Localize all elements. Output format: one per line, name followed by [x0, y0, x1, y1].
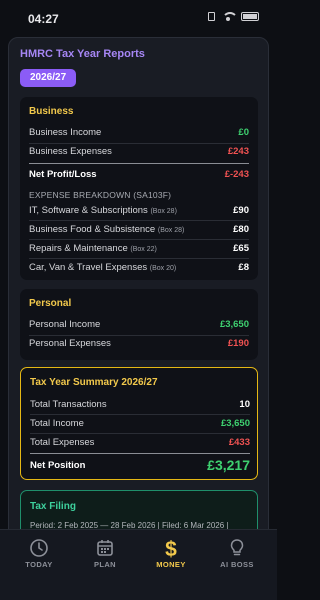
- breakdown-category: IT, Software & Subscriptions: [29, 204, 148, 216]
- report-title: HMRC Tax Year Reports: [20, 48, 145, 60]
- personal-title: Personal: [29, 298, 72, 309]
- tab-today[interactable]: TODAY: [6, 530, 72, 580]
- tab-ai-boss[interactable]: AI BOSS: [204, 530, 270, 580]
- business-expenses-row: Business Expenses £243: [29, 142, 249, 160]
- breakdown-value: £80: [233, 223, 249, 235]
- total-transactions-row: Total Transactions 10: [30, 395, 250, 413]
- tax-reports-card: HMRC Tax Year Reports 2026/27 Business B…: [8, 37, 269, 529]
- personal-income-value: £3,650: [219, 318, 249, 330]
- status-icons: [208, 12, 259, 21]
- tax-filing-section[interactable]: Tax Filing Period: 2 Feb 2025 — 28 Feb 2…: [20, 490, 258, 529]
- net-profit-value: £-243: [224, 168, 249, 180]
- tab-label: PLAN: [93, 560, 117, 569]
- breakdown-value: £8: [238, 261, 249, 273]
- wifi-icon: [222, 12, 238, 21]
- business-title: Business: [29, 106, 74, 117]
- tax-year-selector[interactable]: 2026/27: [20, 69, 77, 87]
- breakdown-value: £65: [233, 242, 249, 254]
- clock-icon: [30, 539, 48, 557]
- total-transactions-value: 10: [239, 398, 250, 410]
- net-profit-row: Net Profit/Loss £-243: [29, 165, 249, 183]
- breakdown-row: Repairs & Maintenance (Box 22) £65: [29, 239, 249, 257]
- net-position-row: Net Position £3,217: [30, 455, 250, 475]
- breakdown-category: Business Food & Subsistence: [29, 223, 156, 235]
- lightbulb-icon: [230, 539, 244, 556]
- divider: [30, 453, 250, 454]
- business-income-value: £0: [238, 126, 249, 138]
- status-bar: 04:27: [0, 0, 277, 36]
- business-expenses-value: £243: [227, 145, 249, 157]
- breakdown-row: Business Food & Subsistence (Box 28) £80: [29, 220, 249, 238]
- tab-label: AI BOSS: [220, 560, 254, 569]
- business-expenses-label: Business Expenses: [29, 145, 112, 157]
- total-transactions-label: Total Transactions: [30, 398, 107, 410]
- total-expenses-row: Total Expenses £433: [30, 433, 250, 451]
- dollar-icon: $: [165, 538, 177, 560]
- breakdown-category: Car, Van & Travel Expenses: [29, 261, 148, 273]
- tax-year-summary-section: Tax Year Summary 2026/27 Total Transacti…: [20, 367, 258, 480]
- personal-expenses-label: Personal Expenses: [29, 337, 111, 349]
- bottom-tab-bar: TODAY PLAN $ MONEY AI BOSS: [0, 529, 277, 600]
- total-income-label: Total Income: [30, 417, 84, 429]
- total-expenses-value: £433: [228, 436, 250, 448]
- business-income-label: Business Income: [29, 126, 102, 138]
- status-time: 04:27: [28, 12, 59, 26]
- breakdown-box: (Box 20): [149, 264, 177, 272]
- breakdown-box: (Box 22): [130, 245, 157, 253]
- business-income-row: Business Income £0: [29, 123, 249, 141]
- net-position-label: Net Position: [30, 459, 86, 471]
- net-profit-label: Net Profit/Loss: [29, 168, 97, 180]
- personal-expenses-value: £190: [227, 337, 249, 349]
- battery-icon: [241, 12, 259, 21]
- personal-income-label: Personal Income: [29, 318, 101, 330]
- filing-details: Period: 2 Feb 2025 — 28 Feb 2026 | Filed…: [30, 521, 229, 529]
- personal-income-row: Personal Income £3,650: [29, 315, 249, 333]
- tab-label: TODAY: [25, 560, 53, 569]
- breakdown-box: (Box 28): [157, 226, 185, 234]
- svg-text:$: $: [165, 538, 177, 560]
- total-income-value: £3,650: [220, 417, 250, 429]
- breakdown-box: (Box 28): [150, 207, 177, 215]
- filing-title: Tax Filing: [30, 501, 76, 512]
- sim-icon: [208, 12, 215, 21]
- tab-plan[interactable]: PLAN: [72, 530, 138, 580]
- expense-breakdown-label: EXPENSE BREAKDOWN (SA103F): [29, 190, 172, 200]
- tab-money[interactable]: $ MONEY: [138, 530, 204, 580]
- breakdown-row: Car, Van & Travel Expenses (Box 20) £8: [29, 258, 249, 276]
- breakdown-category: Repairs & Maintenance: [29, 242, 128, 254]
- personal-section: Personal Personal Income £3,650 Personal…: [20, 289, 258, 360]
- tab-label: MONEY: [156, 560, 186, 569]
- report-scroll-area[interactable]: HMRC Tax Year Reports 2026/27 Business B…: [0, 36, 277, 529]
- personal-expenses-row: Personal Expenses £190: [29, 334, 249, 352]
- breakdown-value: £90: [233, 204, 249, 216]
- summary-title: Tax Year Summary 2026/27: [30, 377, 158, 388]
- breakdown-row: IT, Software & Subscriptions (Box 28) £9…: [29, 201, 249, 219]
- total-expenses-label: Total Expenses: [30, 436, 95, 448]
- calendar-icon: [97, 540, 113, 556]
- divider: [29, 163, 249, 164]
- net-position-value: £3,217: [207, 457, 250, 473]
- business-section: Business Business Income £0 Business Exp…: [20, 97, 258, 280]
- total-income-row: Total Income £3,650: [30, 414, 250, 432]
